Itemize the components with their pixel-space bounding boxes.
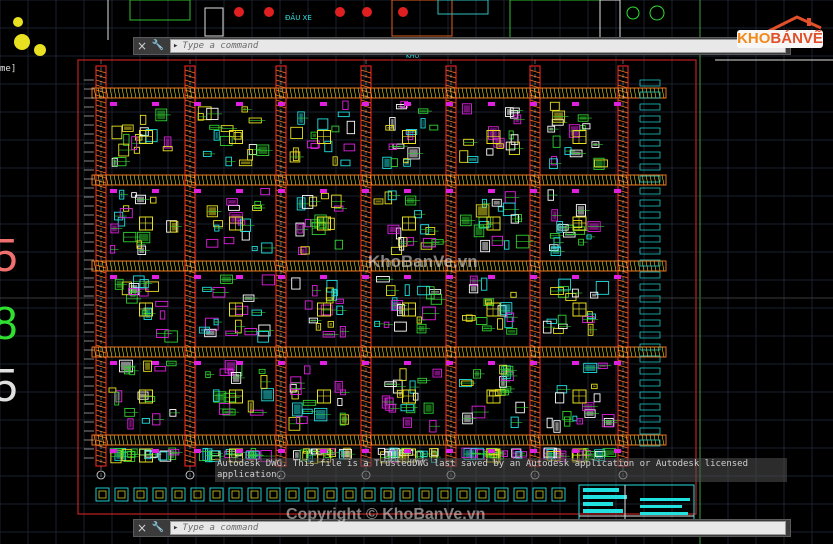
watermark-center: KhoBanVe.vn — [368, 252, 478, 271]
close-icon[interactable]: × — [134, 38, 150, 54]
left-number-2: 8 — [0, 297, 18, 349]
prompt-icon[interactable]: ▸ — [173, 41, 178, 51]
command-input[interactable]: ▸ Type a command — [170, 39, 786, 53]
command-placeholder: Type a command — [182, 523, 259, 533]
trusted-dwg-warning: Autodesk DWG. This file is a TrustedDWG … — [215, 458, 787, 482]
left-number-1: 5 — [0, 229, 18, 281]
label-dau-xe: ĐẦU XE — [285, 12, 312, 22]
khobanve-logo: KHOBÁNVẼ — [737, 14, 823, 52]
wrench-icon[interactable]: 🔧 — [150, 520, 166, 536]
logo-banve: BÁNVẼ — [770, 30, 823, 47]
watermark-bottom: Copyright © KhoBanVe.vn — [286, 506, 486, 523]
prompt-icon[interactable]: ▸ — [173, 523, 178, 533]
logo-kho: KHO — [737, 30, 771, 47]
sheet-border — [77, 59, 697, 515]
left-number-3: 5 — [0, 359, 18, 411]
wrench-icon[interactable]: 🔧 — [150, 38, 166, 54]
command-line-top: × 🔧 ▸ Type a command — [133, 37, 791, 55]
command-placeholder: Type a command — [182, 41, 259, 51]
side-label: me] — [0, 64, 17, 74]
close-icon[interactable]: × — [134, 520, 150, 536]
